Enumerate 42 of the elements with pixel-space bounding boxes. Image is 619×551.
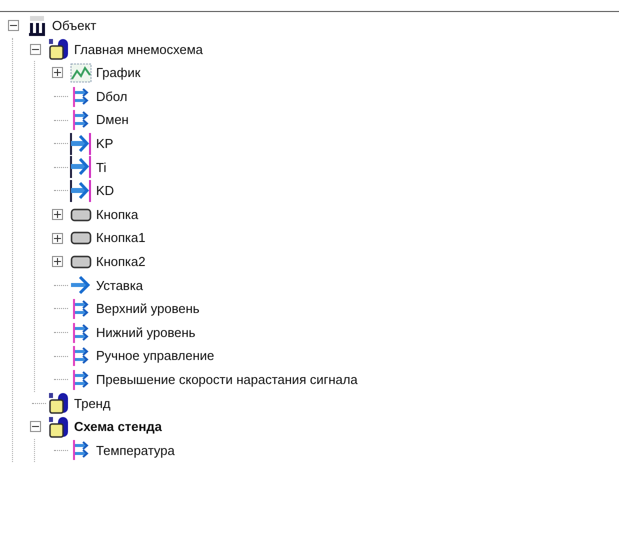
expand-button[interactable] bbox=[52, 256, 62, 268]
folder-icon bbox=[48, 38, 70, 60]
tree-item[interactable]: Кнопка1 bbox=[96, 228, 146, 248]
expand-button[interactable] bbox=[52, 232, 62, 244]
tree-item[interactable]: Верхний уровень bbox=[96, 299, 200, 319]
collapse-button[interactable] bbox=[30, 44, 40, 55]
expand-button[interactable] bbox=[52, 67, 62, 78]
plus-icon bbox=[54, 258, 60, 266]
folder-icon bbox=[48, 392, 70, 414]
plus-icon bbox=[54, 234, 60, 242]
tree-item[interactable]: Температура bbox=[96, 440, 175, 460]
tree-item[interactable]: KP bbox=[96, 134, 114, 154]
plus-icon bbox=[54, 211, 60, 218]
expand-button[interactable] bbox=[52, 209, 62, 220]
tree-item[interactable]: Dмен bbox=[96, 110, 129, 130]
tree-item[interactable]: Кнопка bbox=[96, 204, 138, 224]
tree-item[interactable]: Нижний уровень bbox=[96, 322, 196, 342]
tree-item[interactable]: Превышение скорости нарастания сигнала bbox=[96, 370, 358, 390]
tree-item[interactable]: Объект bbox=[52, 16, 96, 36]
arrow-bar-icon bbox=[69, 156, 93, 178]
button-icon bbox=[70, 254, 92, 270]
chart-icon bbox=[70, 62, 92, 83]
tree-item[interactable]: Главная мнемосхема bbox=[74, 40, 203, 60]
arrow-bar-icon bbox=[69, 180, 93, 202]
arrow-bar-icon bbox=[69, 132, 93, 155]
plus-icon bbox=[54, 69, 60, 76]
folder-icon bbox=[48, 416, 70, 438]
button-icon bbox=[70, 230, 92, 246]
tree-item[interactable]: Dбол bbox=[96, 86, 128, 106]
tree-item[interactable]: График bbox=[96, 63, 140, 83]
tree-item[interactable]: Ручное управление bbox=[96, 346, 214, 366]
button-icon bbox=[70, 206, 92, 223]
tree-item[interactable]: Ti bbox=[96, 158, 106, 178]
tree-item[interactable]: Тренд bbox=[74, 394, 110, 414]
arrow-icon bbox=[70, 274, 92, 296]
tree-item[interactable]: KD bbox=[96, 181, 114, 201]
collapse-button[interactable] bbox=[8, 20, 18, 32]
tree-item[interactable]: Схема стенда bbox=[74, 417, 162, 437]
columns-icon bbox=[28, 16, 46, 36]
collapse-button[interactable] bbox=[30, 421, 40, 432]
tree-item[interactable]: Кнопка2 bbox=[96, 252, 146, 272]
tree-item[interactable]: Уставка bbox=[96, 276, 144, 296]
